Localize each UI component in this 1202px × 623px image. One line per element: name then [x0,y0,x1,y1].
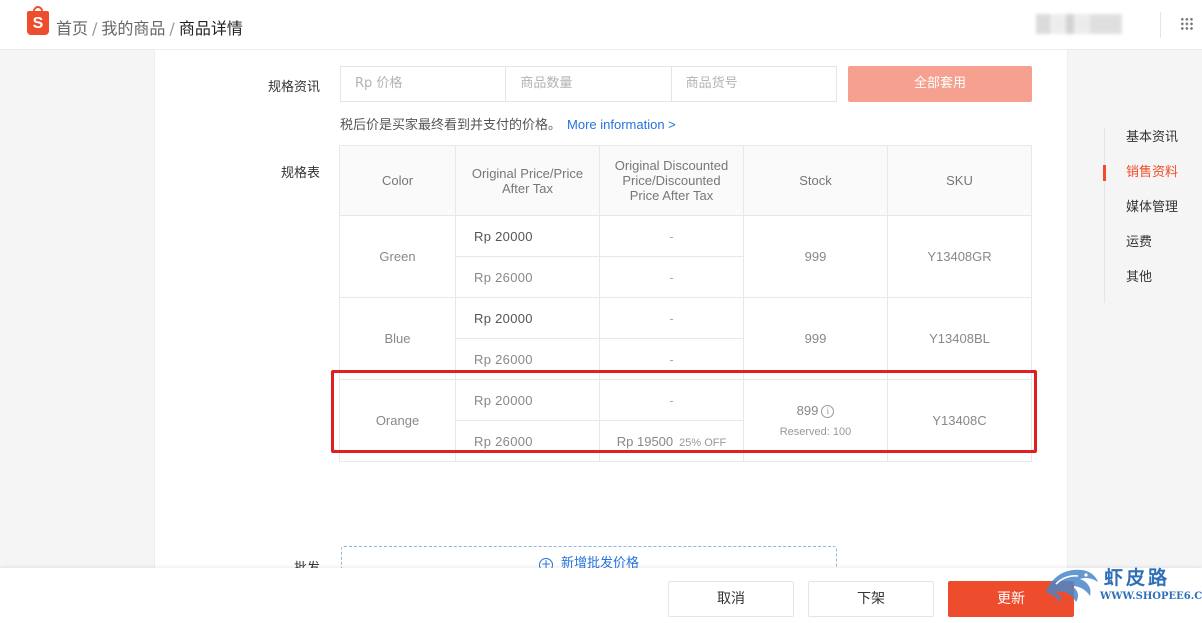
stock-cell[interactable]: 999 [743,215,888,298]
batch-price-input[interactable]: Rp 价格 [341,67,507,101]
discounted-price-cell: Rp 19500 25% OFF [599,420,744,462]
variation-color-cell: Orange [339,379,456,462]
sku-cell[interactable]: Y13408GR [887,215,1032,298]
column-header-stock: Stock [743,145,888,216]
discounted-price-cell: - [599,338,744,380]
stock-value: 899 [796,403,819,418]
discount-percent-badge: 25% OFF [679,436,727,449]
table-row: Blue Rp 20000 - 999 Y13408BL [339,297,1032,380]
column-header-color: Color [339,145,456,216]
variation-color-cell: Blue [339,297,456,380]
reserved-stock-text: Reserved: 100 [779,426,852,438]
batch-edit-inputs: Rp 价格 商品数量 商品货号 [340,66,837,102]
breadcrumb-home[interactable]: 首页 [56,19,88,38]
delist-button[interactable]: 下架 [808,581,934,617]
sku-cell[interactable]: Y13408BL [887,297,1032,380]
sku-cell[interactable]: Y13408C [887,379,1032,462]
stock-value: 999 [804,331,827,346]
discounted-price-value: Rp 19500 [616,433,674,449]
discounted-price-cell: - [599,297,744,339]
table-header-row: Color Original Price/Price After Tax Ori… [339,145,1032,216]
discounted-price-cell: - [599,379,744,421]
breadcrumb: 首页 / 我的商品 / 商品详情 [56,15,243,39]
breadcrumb-separator: / [169,19,175,38]
original-price-cell[interactable]: Rp 20000 [455,297,600,339]
user-account-menu[interactable] [1036,14,1122,34]
info-icon[interactable]: i [821,405,835,418]
table-row: Orange Rp 20000 - 899 i Reserved: 100 Y13… [339,379,1032,462]
original-price-cell[interactable]: Rp 26000 [455,420,600,462]
anchor-others[interactable]: 其他 [1105,268,1178,303]
section-anchor-nav: 基本资讯 销售资料 媒体管理 运费 其他 [1102,128,1178,303]
apply-to-all-button[interactable]: 全部套用 [848,66,1032,102]
batch-sku-input[interactable]: 商品货号 [672,67,836,101]
anchor-shipping[interactable]: 运费 [1105,233,1178,268]
stock-value: 999 [804,249,827,264]
column-header-discounted-price: Original Discounted Price/Discounted Pri… [599,145,744,216]
discounted-price-cell: - [599,256,744,298]
original-price-cell[interactable]: Rp 20000 [455,379,600,421]
variation-color-cell: Green [339,215,456,298]
discounted-price-cell: - [599,215,744,257]
breadcrumb-separator: / [92,19,98,38]
table-row: Green Rp 20000 - 999 Y13408GR [339,215,1032,298]
action-footer: 取消 下架 更新 [0,568,1202,623]
anchor-basic-info[interactable]: 基本资讯 [1105,128,1178,163]
column-header-original-price: Original Price/Price After Tax [455,145,600,216]
anchor-sales-info[interactable]: 销售资料 [1102,163,1178,198]
batch-stock-input[interactable]: 商品数量 [506,67,672,101]
header-divider [1160,12,1161,38]
breadcrumb-current: 商品详情 [178,19,243,38]
variation-table-label: 规格表 [280,166,320,181]
more-information-link[interactable]: More information > [567,117,676,132]
stock-cell[interactable]: 899 i Reserved: 100 [743,379,888,462]
top-header: S 首页 / 我的商品 / 商品详情 [0,0,1202,50]
tax-price-note: 税后价是买家最终看到并支付的价格。 More information > [340,114,676,133]
breadcrumb-my-products[interactable]: 我的商品 [101,19,165,38]
column-header-sku: SKU [887,145,1032,216]
stock-cell[interactable]: 999 [743,297,888,380]
anchor-media-management[interactable]: 媒体管理 [1105,198,1178,233]
cancel-button[interactable]: 取消 [668,581,794,617]
original-price-cell[interactable]: Rp 26000 [455,338,600,380]
apps-grid-icon[interactable] [1180,17,1194,31]
tax-note-text: 税后价是买家最终看到并支付的价格。 [340,118,562,133]
variation-table: Color Original Price/Price After Tax Ori… [339,145,1032,462]
dragon-logo-icon [1046,569,1098,602]
watermark-url: WWW.SHOPEE6.COM [1100,591,1202,602]
spec-info-label: 规格资讯 [267,80,320,95]
original-price-cell[interactable]: Rp 20000 [455,215,600,257]
watermark: 虾皮路 WWW.SHOPEE6.COM [1042,560,1202,610]
original-price-cell[interactable]: Rp 26000 [455,256,600,298]
watermark-chinese-name: 虾皮路 [1104,567,1171,589]
shopee-logo-icon[interactable]: S [27,6,49,35]
